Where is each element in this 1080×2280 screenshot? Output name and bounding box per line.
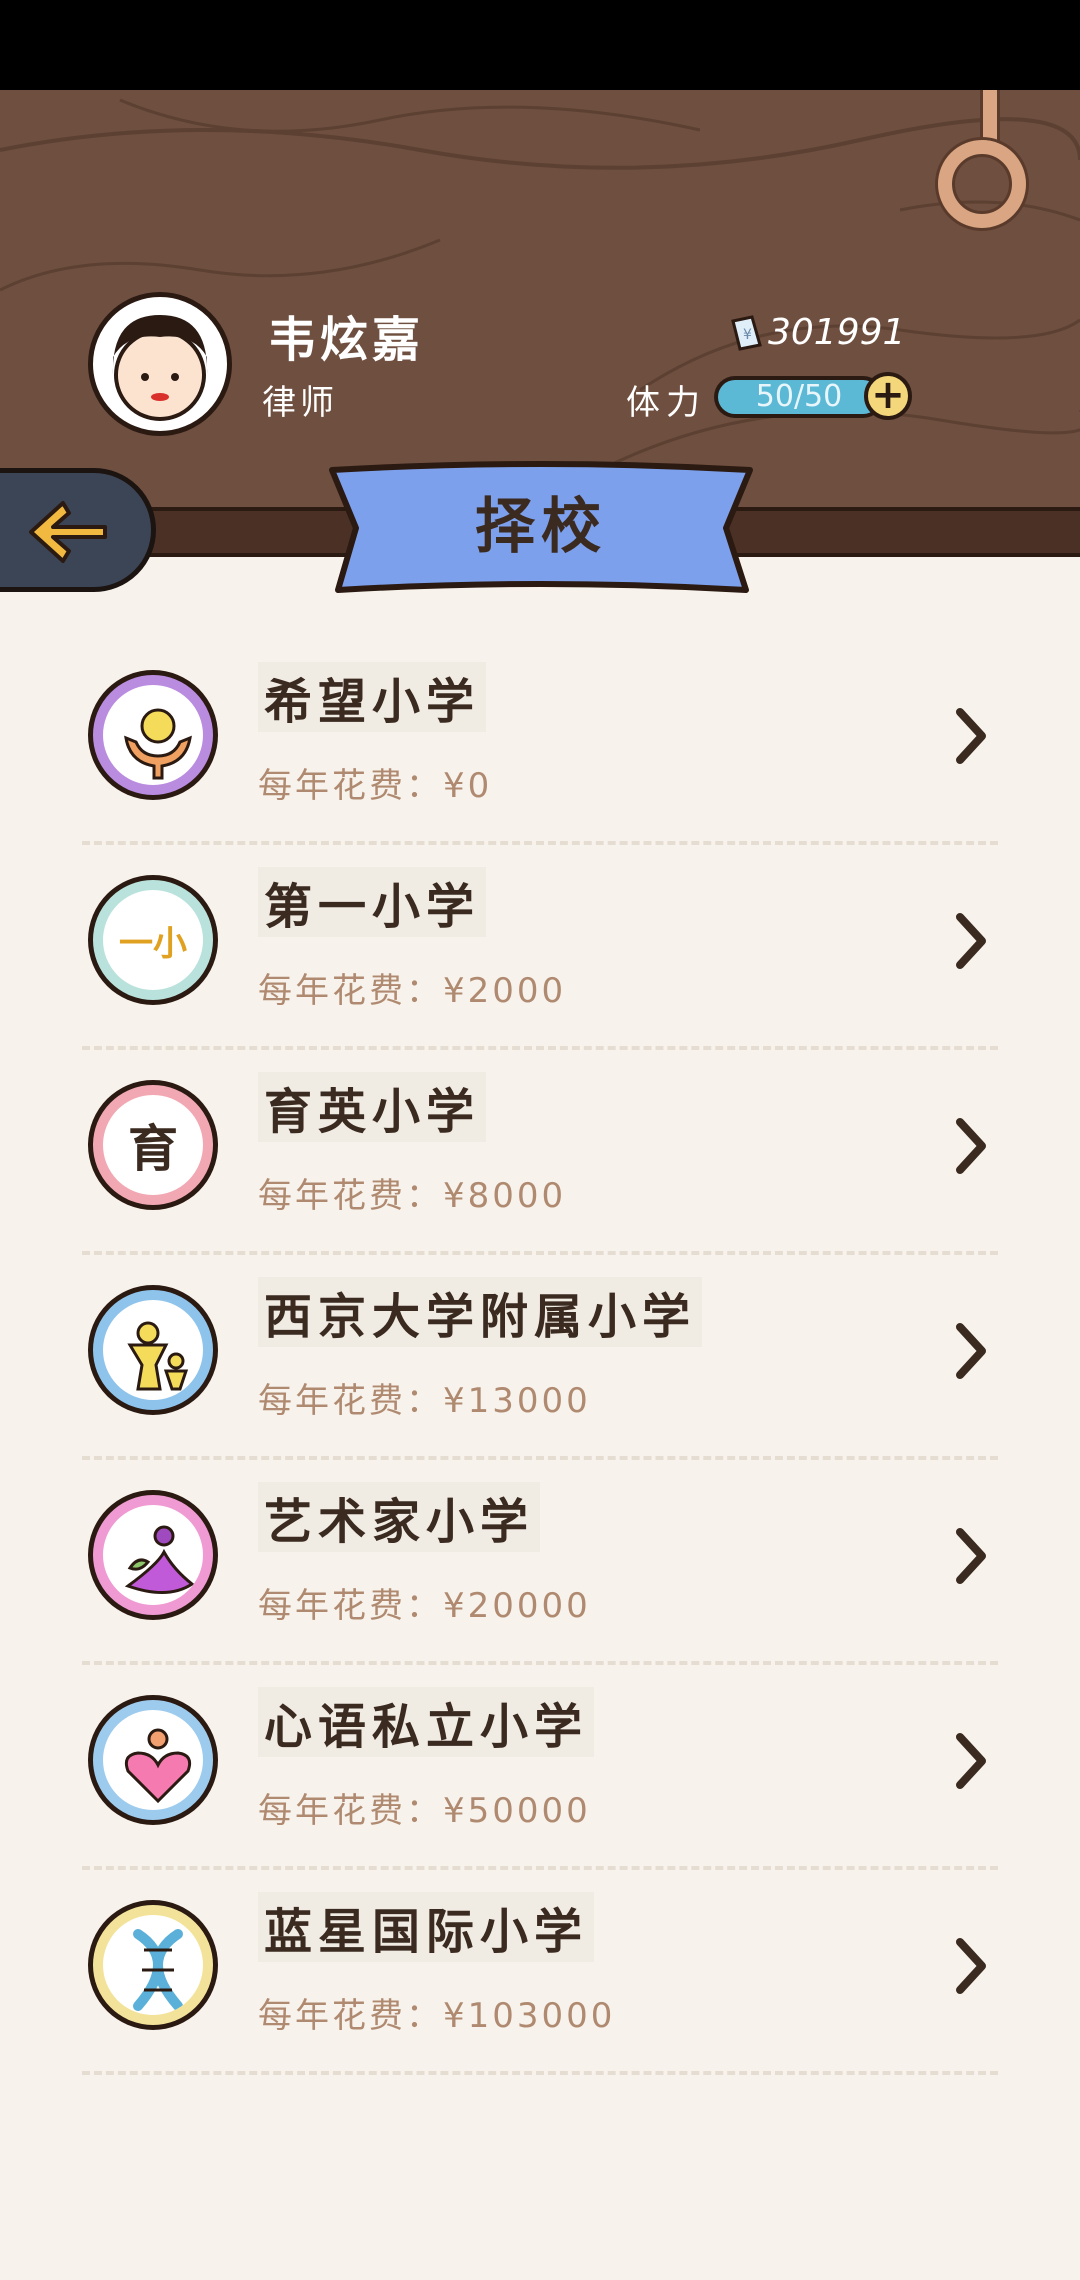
back-arrow-icon <box>29 501 107 563</box>
stamina-value: 50/50 <box>755 379 843 414</box>
hope-hands-icon <box>88 670 218 800</box>
player-job: 律师 <box>262 383 338 423</box>
chevron-right-icon <box>956 1938 986 1994</box>
school-icon-text: 一小 <box>119 923 187 964</box>
school-row[interactable]: 希望小学 每年花费：¥0 <box>82 640 998 845</box>
school-icon-text: 育 <box>128 1120 178 1178</box>
school-fee: 每年花费：¥8000 <box>258 1176 567 1216</box>
school-list: 希望小学 每年花费：¥0 一小 第一小学 每年花费：¥2000 育 育英小学 每… <box>82 640 998 2075</box>
add-stamina-button[interactable]: + <box>864 372 912 420</box>
girl-face-icon <box>112 315 208 421</box>
school-row[interactable]: 蓝星国际小学 每年花费：¥103000 <box>82 1870 998 2075</box>
school-name: 希望小学 <box>258 662 487 732</box>
chevron-right-icon <box>956 1528 986 1584</box>
page-title: 择校 <box>475 492 607 562</box>
school-fee: 每年花费：¥20000 <box>258 1586 591 1626</box>
school-fee: 每年花费：¥13000 <box>258 1381 591 1421</box>
chevron-right-icon <box>956 708 986 764</box>
school-fee: 每年花费：¥103000 <box>258 1996 616 2036</box>
school-name: 艺术家小学 <box>258 1482 541 1552</box>
school-name: 第一小学 <box>258 867 487 937</box>
artist-figure-icon <box>88 1490 218 1620</box>
parent-child-icon <box>88 1285 218 1415</box>
school-row[interactable]: 育 育英小学 每年花费：¥8000 <box>82 1050 998 1255</box>
stamina-label: 体力 <box>626 383 706 423</box>
status-bar <box>0 0 1080 90</box>
school-fee: 每年花费：¥0 <box>258 766 493 806</box>
svg-text:¥: ¥ <box>743 327 752 343</box>
school-row[interactable]: 心语私立小学 每年花费：¥50000 <box>82 1665 998 1870</box>
pull-ring-icon[interactable] <box>938 140 1026 228</box>
school-row[interactable]: 艺术家小学 每年花费：¥20000 <box>82 1460 998 1665</box>
school-row[interactable]: 一小 第一小学 每年花费：¥2000 <box>82 845 998 1050</box>
banknote-icon: ¥ <box>731 315 762 351</box>
school-row[interactable]: 西京大学附属小学 每年花费：¥13000 <box>82 1255 998 1460</box>
school-name: 心语私立小学 <box>258 1687 595 1757</box>
school-name: 蓝星国际小学 <box>258 1892 595 1962</box>
school-fee: 每年花费：¥2000 <box>258 971 567 1011</box>
school-fee: 每年花费：¥50000 <box>258 1791 591 1831</box>
avatar[interactable] <box>88 292 232 436</box>
back-button[interactable] <box>0 468 156 592</box>
school-name: 西京大学附属小学 <box>258 1277 703 1347</box>
first-school-text-icon: 一小 <box>88 875 218 1005</box>
chevron-right-icon <box>956 1733 986 1789</box>
chevron-right-icon <box>956 913 986 969</box>
dna-icon <box>88 1900 218 2030</box>
money-count: 301991 <box>768 312 906 353</box>
yuying-text-icon: 育 <box>88 1080 218 1210</box>
heart-person-icon <box>88 1695 218 1825</box>
chevron-right-icon <box>956 1323 986 1379</box>
school-name: 育英小学 <box>258 1072 487 1142</box>
player-name: 韦炫嘉 <box>268 312 425 368</box>
chevron-right-icon <box>956 1118 986 1174</box>
